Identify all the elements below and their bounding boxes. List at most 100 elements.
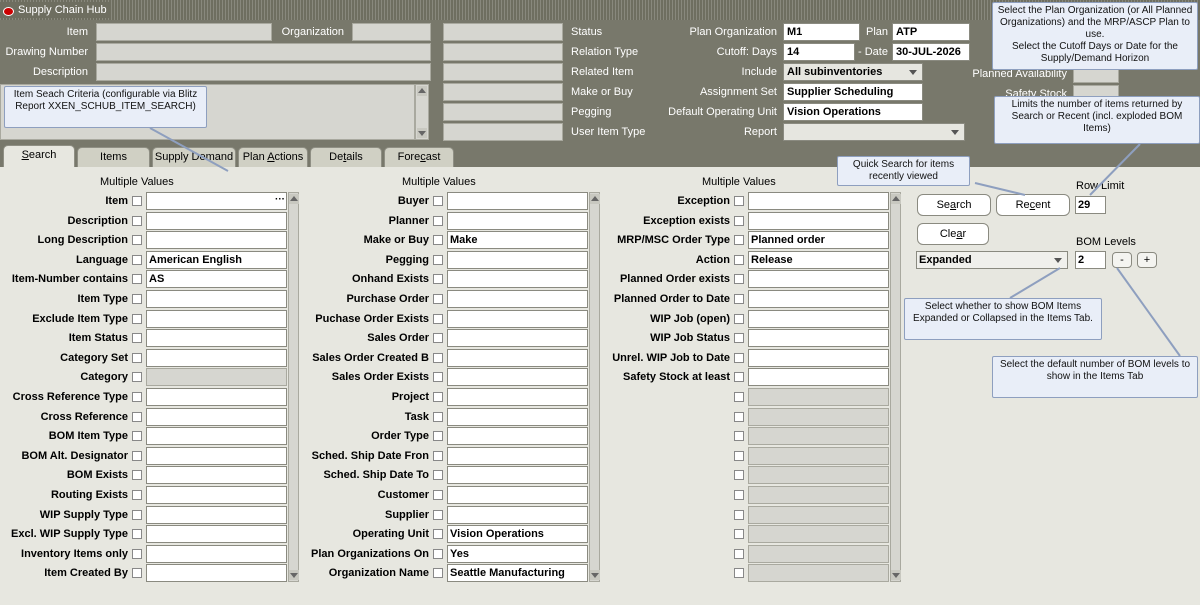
row-limit-field[interactable]: 29	[1075, 196, 1106, 214]
organization-name-multi-checkbox[interactable]	[433, 568, 443, 579]
make-or-buy-field[interactable]	[443, 83, 563, 101]
sales-order-created-b-multi-checkbox[interactable]	[433, 352, 443, 363]
bom-levels-minus-button[interactable]: -	[1112, 252, 1132, 268]
make-or-buy-field[interactable]: Make	[447, 231, 588, 250]
bom-exists-multi-checkbox[interactable]	[132, 470, 142, 481]
bom-alt-designator-field[interactable]	[146, 446, 287, 465]
tab-search[interactable]: Search	[3, 145, 75, 167]
drawing-number-field[interactable]	[96, 43, 431, 61]
bom-item-type-multi-checkbox[interactable]	[132, 431, 142, 442]
blank-3-12-field[interactable]	[748, 407, 889, 426]
tab-supply-demand[interactable]: Supply Demand	[152, 147, 236, 167]
puchase-order-exists-multi-checkbox[interactable]	[433, 313, 443, 324]
sales-order-multi-checkbox[interactable]	[433, 333, 443, 344]
blank-3-12-multi-checkbox[interactable]	[734, 411, 744, 422]
blank-3-18-multi-checkbox[interactable]	[734, 529, 744, 540]
pegging-multi-checkbox[interactable]	[433, 254, 443, 265]
mrp-msc-order-type-multi-checkbox[interactable]	[734, 235, 744, 246]
action-field[interactable]: Release	[748, 250, 889, 269]
project-field[interactable]	[447, 388, 588, 406]
category-field[interactable]	[146, 368, 287, 387]
related-item-field[interactable]	[443, 63, 563, 81]
exception-exists-field[interactable]	[748, 211, 889, 230]
report-select[interactable]	[783, 123, 965, 141]
excl-wip-supply-type-multi-checkbox[interactable]	[132, 529, 142, 540]
blank-3-11-field[interactable]	[748, 388, 889, 406]
col3-scrollbar[interactable]	[890, 192, 901, 582]
status-field[interactable]	[443, 23, 563, 41]
scroll-up-icon[interactable]	[289, 194, 299, 204]
inventory-items-only-field[interactable]	[146, 544, 287, 563]
wip-job-open-multi-checkbox[interactable]	[734, 313, 744, 324]
cross-reference-multi-checkbox[interactable]	[132, 411, 142, 422]
plan-organizations-on-field[interactable]: Yes	[447, 544, 588, 563]
category-set-multi-checkbox[interactable]	[132, 352, 142, 363]
sched-ship-date-fron-multi-checkbox[interactable]	[433, 450, 443, 461]
item-number-contains-multi-checkbox[interactable]	[132, 274, 142, 285]
blank-3-11-multi-checkbox[interactable]	[734, 392, 744, 402]
blank-3-13-field[interactable]	[748, 427, 889, 446]
tab-details[interactable]: Details	[310, 147, 382, 167]
blank-3-15-multi-checkbox[interactable]	[734, 470, 744, 481]
buyer-field[interactable]	[447, 192, 588, 210]
routing-exists-field[interactable]	[146, 486, 287, 504]
tab-items[interactable]: Items	[77, 147, 150, 167]
sales-order-created-b-field[interactable]	[447, 348, 588, 367]
organization-name-field[interactable]: Seattle Manufacturing	[447, 564, 588, 583]
supplier-multi-checkbox[interactable]	[433, 509, 443, 520]
planner-multi-checkbox[interactable]	[433, 215, 443, 226]
item-type-multi-checkbox[interactable]	[132, 294, 142, 304]
wip-job-open-field[interactable]	[748, 309, 889, 328]
exception-multi-checkbox[interactable]	[734, 196, 744, 206]
wip-job-status-field[interactable]	[748, 329, 889, 348]
onhand-exists-multi-checkbox[interactable]	[433, 274, 443, 285]
tab-forecast[interactable]: Forecast	[384, 147, 454, 167]
planned-order-exists-multi-checkbox[interactable]	[734, 274, 744, 285]
search-button[interactable]: Search	[917, 194, 991, 216]
cross-reference-type-field[interactable]	[146, 388, 287, 406]
blank-3-14-field[interactable]	[748, 446, 889, 465]
blank-3-18-field[interactable]	[748, 525, 889, 544]
language-multi-checkbox[interactable]	[132, 254, 142, 265]
sales-order-exists-field[interactable]	[447, 368, 588, 387]
blank-3-16-multi-checkbox[interactable]	[734, 490, 744, 500]
wip-supply-type-multi-checkbox[interactable]	[132, 509, 142, 520]
sales-order-exists-multi-checkbox[interactable]	[433, 372, 443, 383]
supplier-field[interactable]	[447, 505, 588, 524]
purchase-order-multi-checkbox[interactable]	[433, 294, 443, 304]
cross-reference-field[interactable]	[146, 407, 287, 426]
safety-stock-at-least-multi-checkbox[interactable]	[734, 372, 744, 383]
cross-reference-type-multi-checkbox[interactable]	[132, 392, 142, 402]
excl-wip-supply-type-field[interactable]	[146, 525, 287, 544]
scroll-up-icon[interactable]	[417, 86, 427, 96]
item-status-multi-checkbox[interactable]	[132, 333, 142, 344]
operating-unit-field[interactable]: Vision Operations	[447, 525, 588, 544]
scroll-up-icon[interactable]	[891, 194, 901, 204]
mrp-msc-order-type-field[interactable]: Planned order	[748, 231, 889, 250]
blank-3-13-multi-checkbox[interactable]	[734, 431, 744, 442]
blank-3-20-field[interactable]	[748, 564, 889, 583]
bom-item-type-field[interactable]	[146, 427, 287, 446]
item-field[interactable]: ···	[146, 192, 287, 210]
safety-stock-at-least-field[interactable]	[748, 368, 889, 387]
blank-3-19-field[interactable]	[748, 544, 889, 563]
blank-3-20-multi-checkbox[interactable]	[734, 568, 744, 579]
blank-3-17-field[interactable]	[748, 505, 889, 524]
scroll-down-icon[interactable]	[417, 128, 427, 138]
blank-3-17-multi-checkbox[interactable]	[734, 509, 744, 520]
pegging-field[interactable]	[443, 103, 563, 121]
task-field[interactable]	[447, 407, 588, 426]
planned-order-exists-field[interactable]	[748, 270, 889, 289]
include-select[interactable]: All subinventories	[783, 63, 923, 81]
routing-exists-multi-checkbox[interactable]	[132, 490, 142, 500]
description-multi-checkbox[interactable]	[132, 215, 142, 226]
puchase-order-exists-field[interactable]	[447, 309, 588, 328]
blank-3-14-multi-checkbox[interactable]	[734, 450, 744, 461]
long-description-field[interactable]	[146, 231, 287, 250]
tab-plan-actions[interactable]: Plan Actions	[238, 147, 308, 167]
scroll-up-icon[interactable]	[590, 194, 600, 204]
make-or-buy-multi-checkbox[interactable]	[433, 235, 443, 246]
item-type-field[interactable]	[146, 290, 287, 308]
cutoff-date-field[interactable]: 30-JUL-2026	[892, 43, 970, 61]
sched-ship-date-to-multi-checkbox[interactable]	[433, 470, 443, 481]
